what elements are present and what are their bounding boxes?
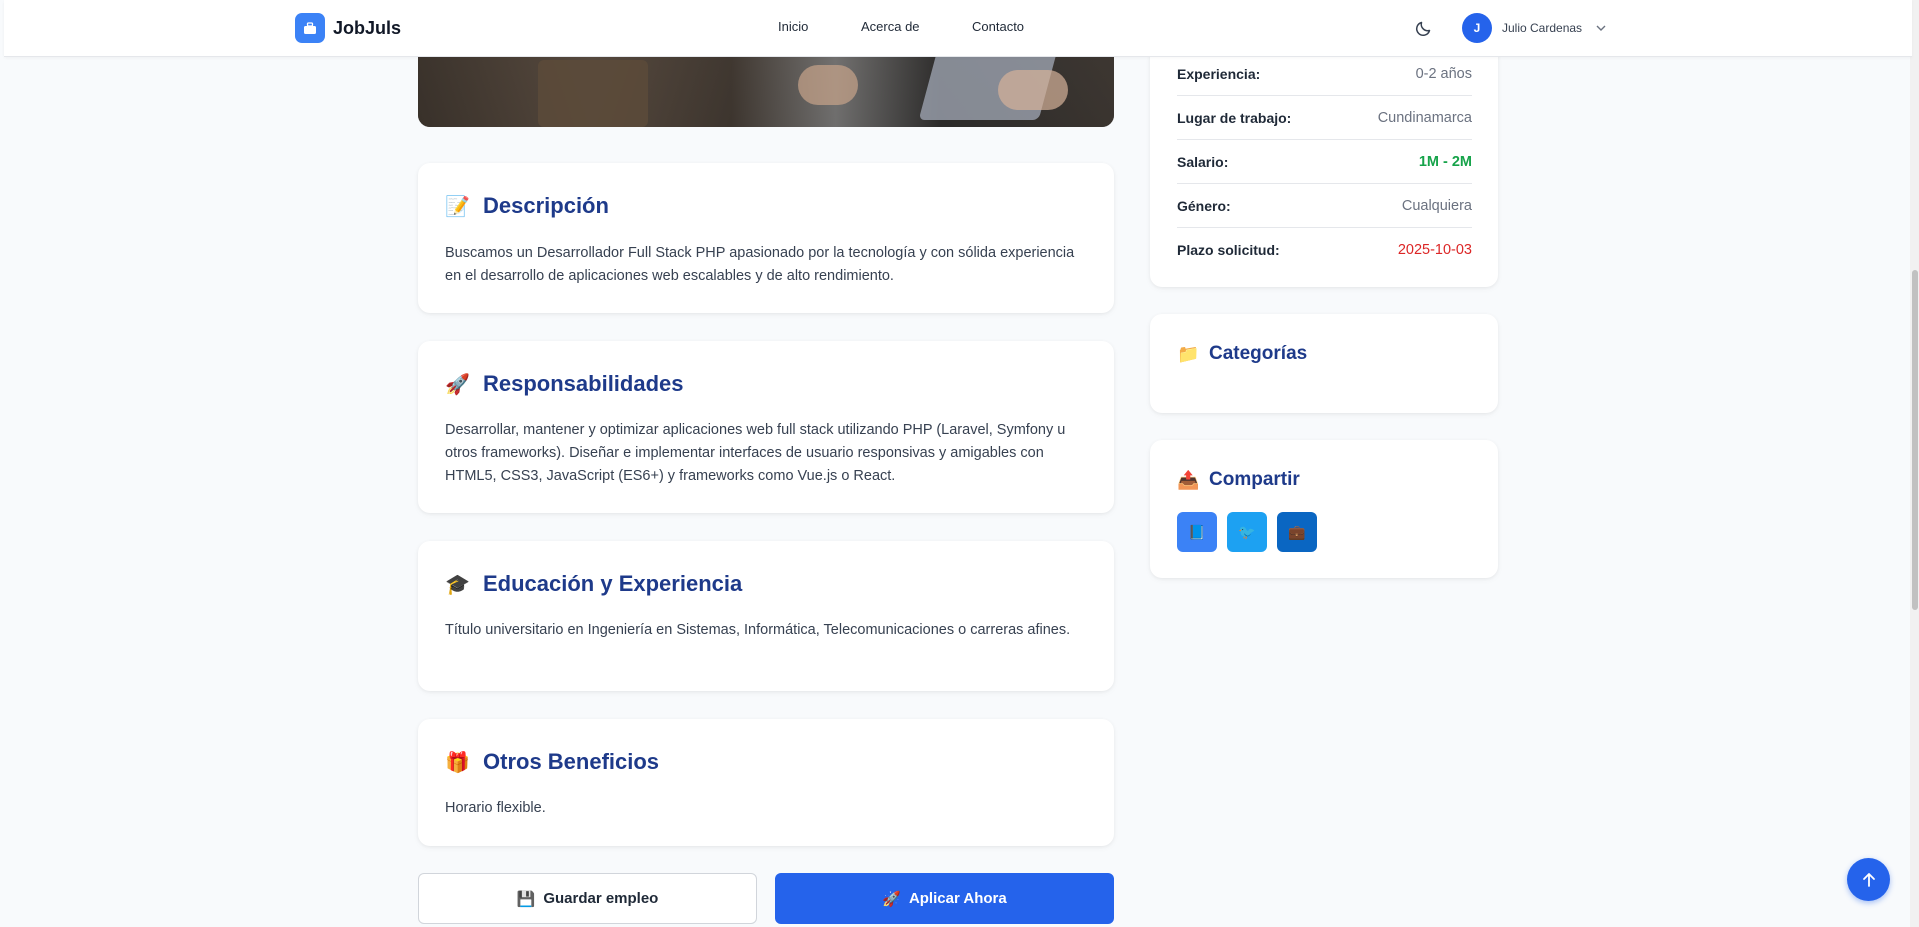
- save-job-label: Guardar empleo: [543, 890, 659, 907]
- briefcase-icon: [295, 13, 325, 43]
- share-title: Compartir: [1209, 469, 1300, 490]
- brand-logo[interactable]: JobJuls: [295, 13, 401, 43]
- detail-row-deadline: Plazo solicitud: 2025-10-03: [1177, 242, 1472, 258]
- categories-title: Categorías: [1209, 343, 1308, 364]
- dark-mode-toggle-icon[interactable]: [1414, 18, 1434, 38]
- responsibilities-card: 🚀 Responsabilidades Desarrollar, mantene…: [418, 341, 1114, 513]
- section-body: Desarrollar, mantener y optimizar aplica…: [445, 422, 1066, 484]
- job-details-card: Experiencia: 0-2 años Lugar de trabajo: …: [1150, 40, 1498, 287]
- section-body: Horario flexible.: [445, 800, 546, 816]
- floppy-disk-icon: 💾: [516, 890, 536, 908]
- user-menu[interactable]: J Julio Cardenas: [1462, 13, 1608, 43]
- nav-contacto[interactable]: Contacto: [972, 19, 1024, 34]
- section-title: Otros Beneficios: [483, 749, 660, 774]
- benefits-card: 🎁 Otros Beneficios Horario flexible.: [418, 719, 1114, 846]
- book-icon: 📘: [1188, 523, 1206, 540]
- rocket-icon: 🚀: [882, 890, 901, 908]
- section-title: Responsabilidades: [483, 371, 684, 396]
- gift-icon: 🎁: [445, 751, 470, 774]
- section-title: Educación y Experiencia: [483, 571, 743, 596]
- share-facebook-button[interactable]: 📘: [1177, 512, 1217, 552]
- section-body: Título universitario en Ingeniería en Si…: [445, 622, 1071, 638]
- outbox-icon: 📤: [1177, 469, 1200, 490]
- graduation-cap-icon: 🎓: [445, 573, 470, 596]
- memo-icon: 📝: [445, 195, 470, 218]
- detail-row-salary: Salario: 1M - 2M: [1177, 140, 1472, 184]
- user-name: Julio Cardenas: [1502, 21, 1583, 35]
- nav-acerca-de[interactable]: Acerca de: [861, 19, 920, 34]
- top-navbar: JobJuls Inicio Acerca de Contacto J Juli…: [4, 0, 1912, 57]
- rocket-icon: 🚀: [445, 373, 470, 396]
- section-title: Descripción: [483, 193, 609, 218]
- scrollbar-thumb[interactable]: [1912, 270, 1918, 610]
- back-to-top-button[interactable]: [1847, 858, 1890, 901]
- detail-row-location: Lugar de trabajo: Cundinamarca: [1177, 96, 1472, 140]
- nav-inicio[interactable]: Inicio: [778, 19, 808, 34]
- share-twitter-button[interactable]: 🐦: [1227, 512, 1267, 552]
- apply-now-button[interactable]: 🚀 Aplicar Ahora: [775, 873, 1114, 924]
- save-job-button[interactable]: 💾 Guardar empleo: [418, 873, 757, 924]
- description-card: 📝 Descripción Buscamos un Desarrollador …: [418, 163, 1114, 313]
- detail-row-gender: Género: Cualquiera: [1177, 184, 1472, 228]
- chevron-down-icon: [1596, 25, 1606, 31]
- briefcase-icon: 💼: [1288, 523, 1306, 540]
- detail-row-experience: Experiencia: 0-2 años: [1177, 52, 1472, 96]
- categories-card: 📁 Categorías: [1150, 314, 1498, 413]
- bird-icon: 🐦: [1238, 523, 1256, 540]
- brand-name: JobJuls: [333, 17, 402, 38]
- section-body: Buscamos un Desarrollador Full Stack PHP…: [445, 245, 1075, 284]
- share-linkedin-button[interactable]: 💼: [1277, 512, 1317, 552]
- share-card: 📤 Compartir 📘 🐦 💼: [1150, 440, 1498, 578]
- folder-icon: 📁: [1177, 343, 1200, 364]
- arrow-up-icon: [1862, 872, 1875, 887]
- apply-now-label: Aplicar Ahora: [908, 890, 1007, 907]
- education-card: 🎓 Educación y Experiencia Título univers…: [418, 541, 1114, 691]
- avatar: J: [1462, 13, 1492, 43]
